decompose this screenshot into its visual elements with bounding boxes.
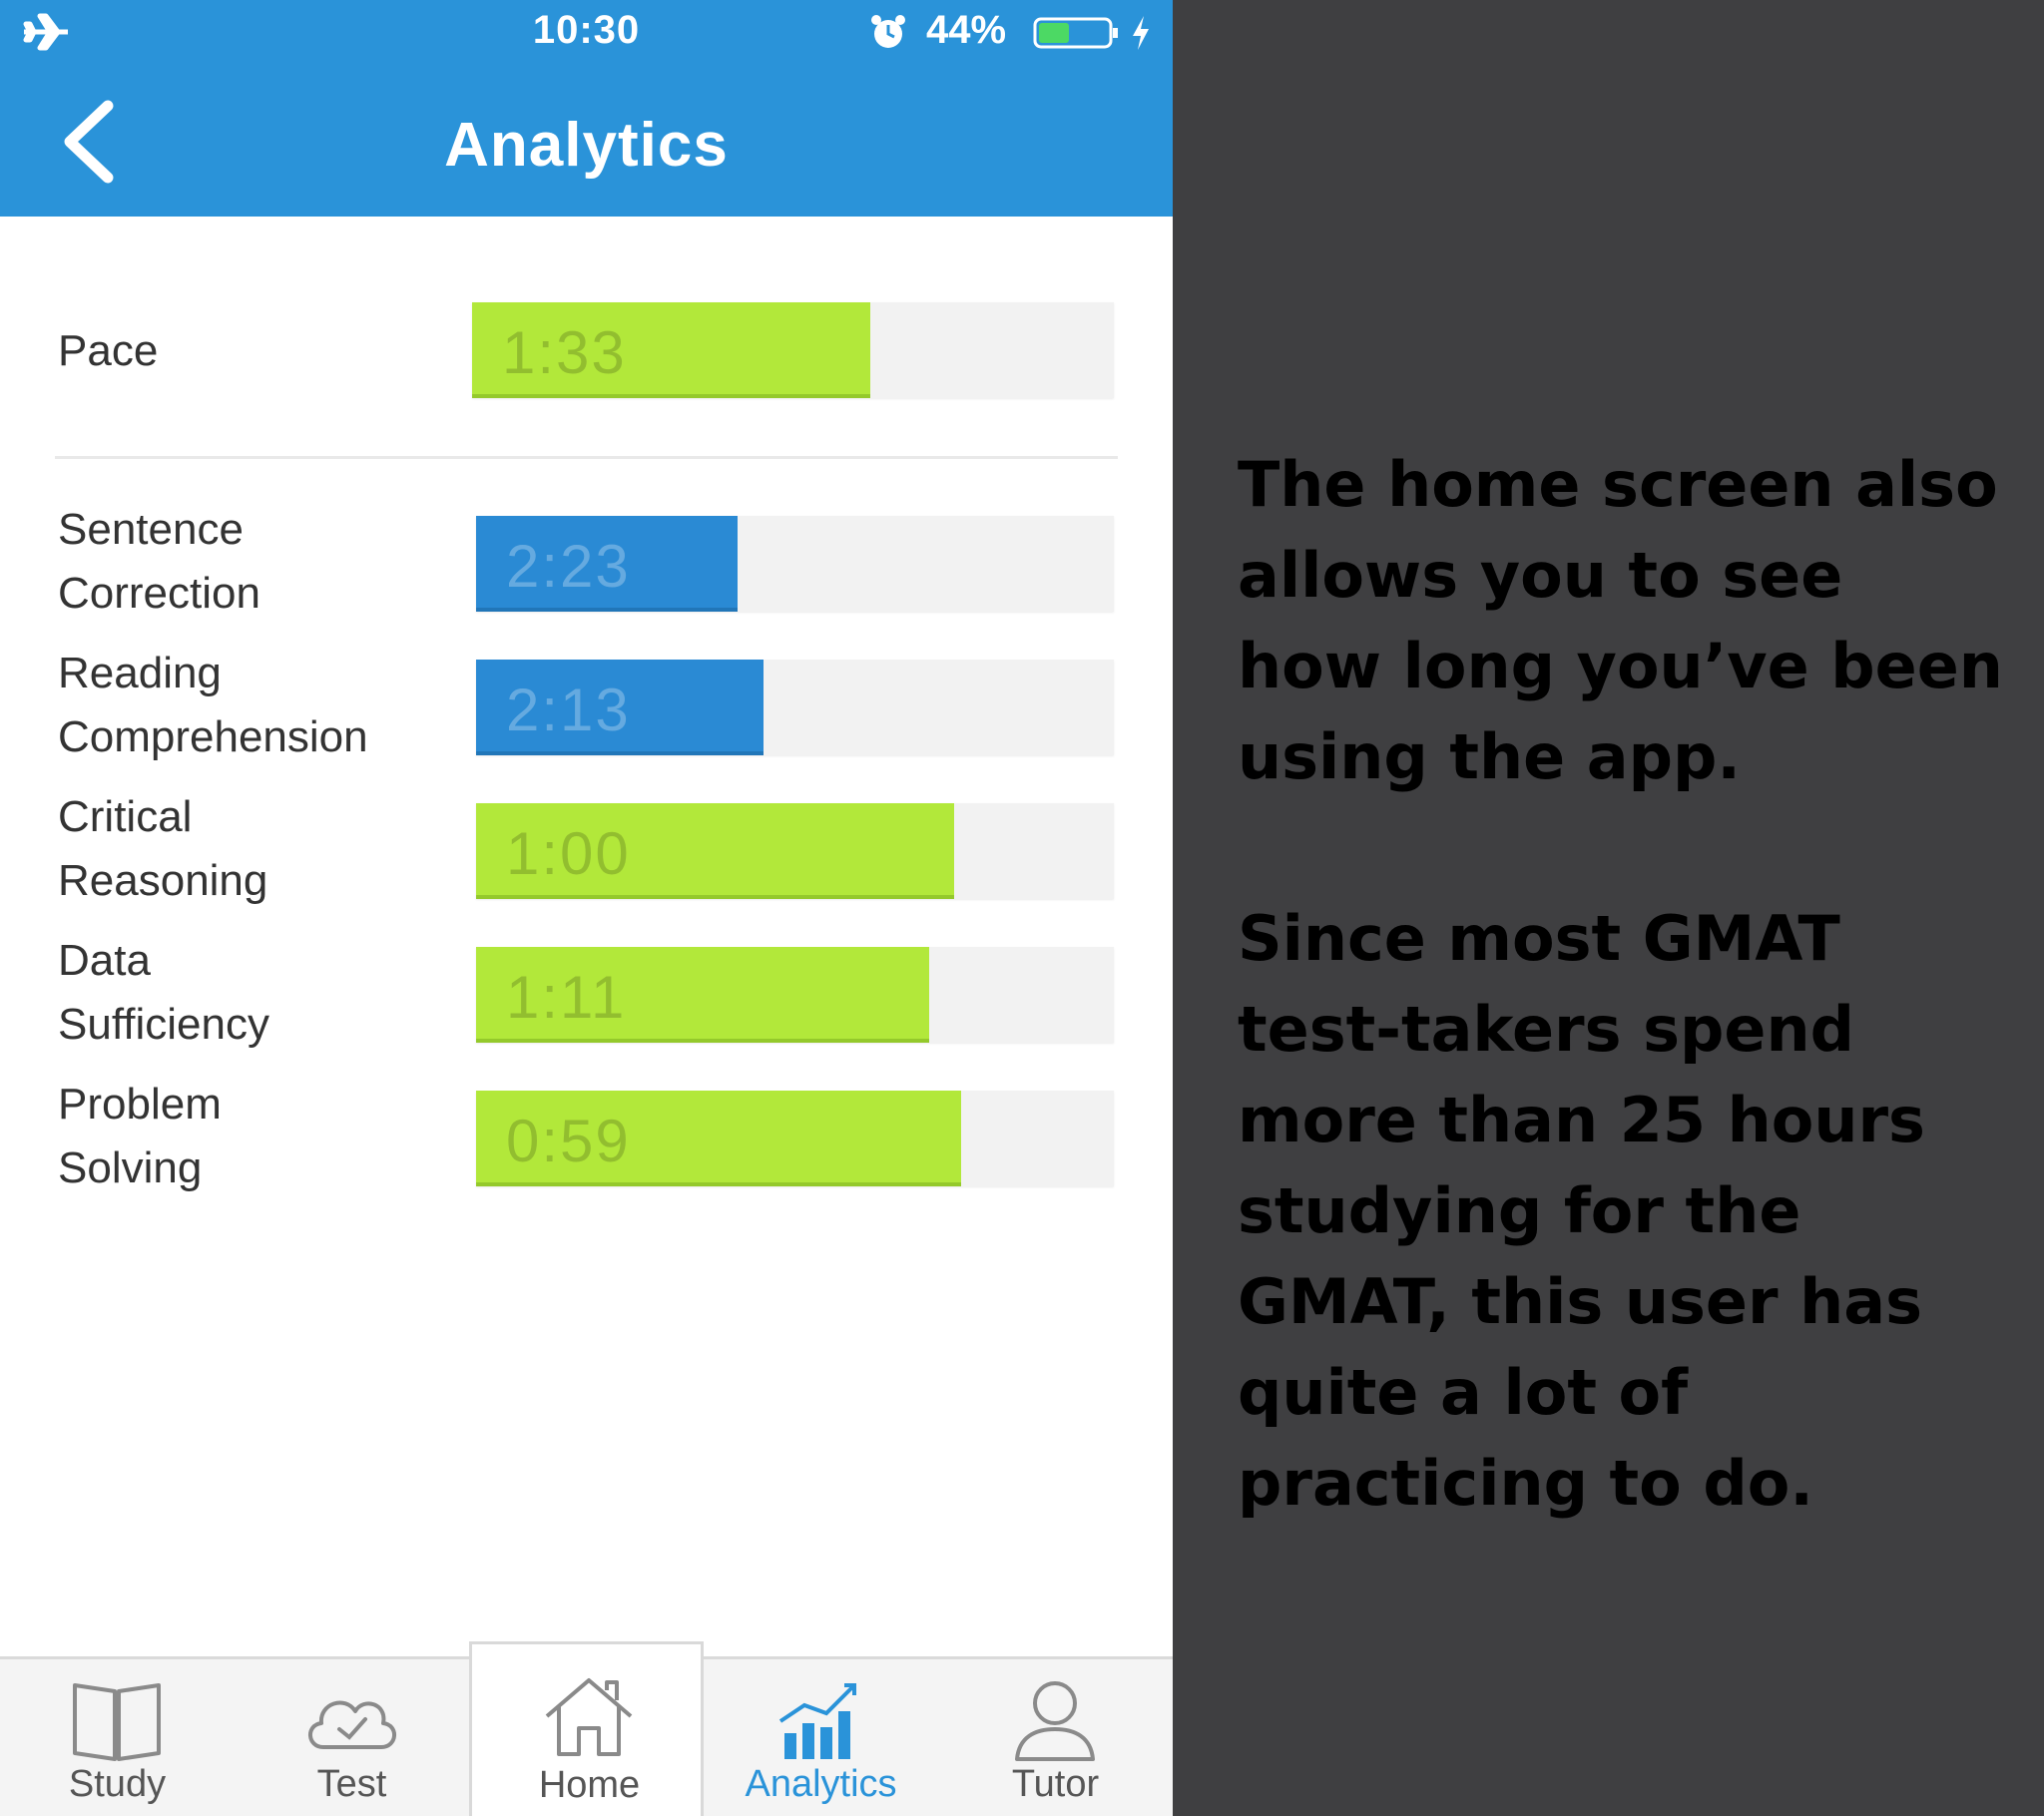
category-label: Reading Comprehension (58, 642, 368, 769)
pace-value: 1:33 (502, 319, 627, 386)
tab-tutor[interactable]: Tutor (938, 1659, 1173, 1816)
tab-test[interactable]: Test (235, 1659, 469, 1816)
category-label-line: Reasoning (58, 856, 268, 905)
alarm-icon (871, 15, 905, 48)
section-divider (55, 456, 1118, 459)
category-value: 0:59 (506, 1108, 631, 1174)
tab-label: Home (538, 1764, 641, 1806)
category-label-line: Correction (58, 569, 260, 618)
tab-label: Study (68, 1763, 167, 1805)
pace-label: Pace (58, 326, 159, 375)
caption-paragraph-1: The home screen also allows you to see h… (1238, 448, 2003, 793)
category-label-line: Data (58, 936, 151, 985)
tab-home[interactable]: Home (469, 1641, 704, 1816)
category-label-line: Problem (58, 1080, 222, 1129)
category-label-line: Reading (58, 649, 222, 697)
person-icon (1015, 1681, 1095, 1761)
category-label: Critical Reasoning (58, 785, 267, 913)
tab-bar: Study Test Home Analytics Tutor (0, 1641, 1173, 1816)
category-label-line: Solving (58, 1143, 203, 1192)
category-bar: 1:00 (476, 803, 1114, 899)
house-icon (545, 1678, 633, 1756)
category-bar: 2:13 (476, 660, 1114, 755)
phone-screen: 10:30 44% Analytics Pace 1:33 Sentence C… (0, 0, 1173, 1816)
charging-bolt-icon (1133, 16, 1149, 50)
category-label-line: Comprehension (58, 712, 368, 761)
status-bar: 10:30 44% (0, 0, 1173, 64)
nav-bar: Analytics (0, 64, 1173, 217)
cloud-check-icon (308, 1700, 396, 1749)
category-value: 2:13 (506, 677, 631, 743)
tab-label: Test (316, 1763, 387, 1805)
battery-icon (1033, 17, 1118, 49)
tab-label: Analytics (745, 1763, 897, 1805)
battery-percent: 44% (926, 8, 1007, 52)
category-label-line: Sufficiency (58, 1000, 269, 1049)
pace-bar: 1:33 (472, 302, 1114, 398)
caption-paragraph-2: Since most GMAT test-takers spend more t… (1238, 902, 1925, 1520)
tab-label: Tutor (1011, 1763, 1100, 1805)
category-value: 1:11 (506, 964, 627, 1031)
category-bar: 2:23 (476, 516, 1114, 612)
bar-chart-icon (778, 1683, 856, 1759)
caption-panel: The home screen also allows you to see h… (1238, 439, 2006, 1619)
page-title: Analytics (444, 111, 729, 180)
tab-analytics[interactable]: Analytics (704, 1659, 938, 1816)
category-label: Sentence Correction (58, 498, 260, 626)
category-bar: 0:59 (476, 1091, 1114, 1186)
category-label: Data Sufficiency (58, 929, 269, 1057)
category-value: 2:23 (506, 533, 631, 600)
category-label: Problem Solving (58, 1073, 222, 1200)
book-icon (73, 1683, 161, 1761)
category-bar: 1:11 (476, 947, 1114, 1043)
category-label-line: Sentence (58, 505, 244, 554)
category-label-line: Critical (58, 792, 193, 841)
category-value: 1:00 (506, 820, 631, 887)
tab-study[interactable]: Study (0, 1659, 235, 1816)
